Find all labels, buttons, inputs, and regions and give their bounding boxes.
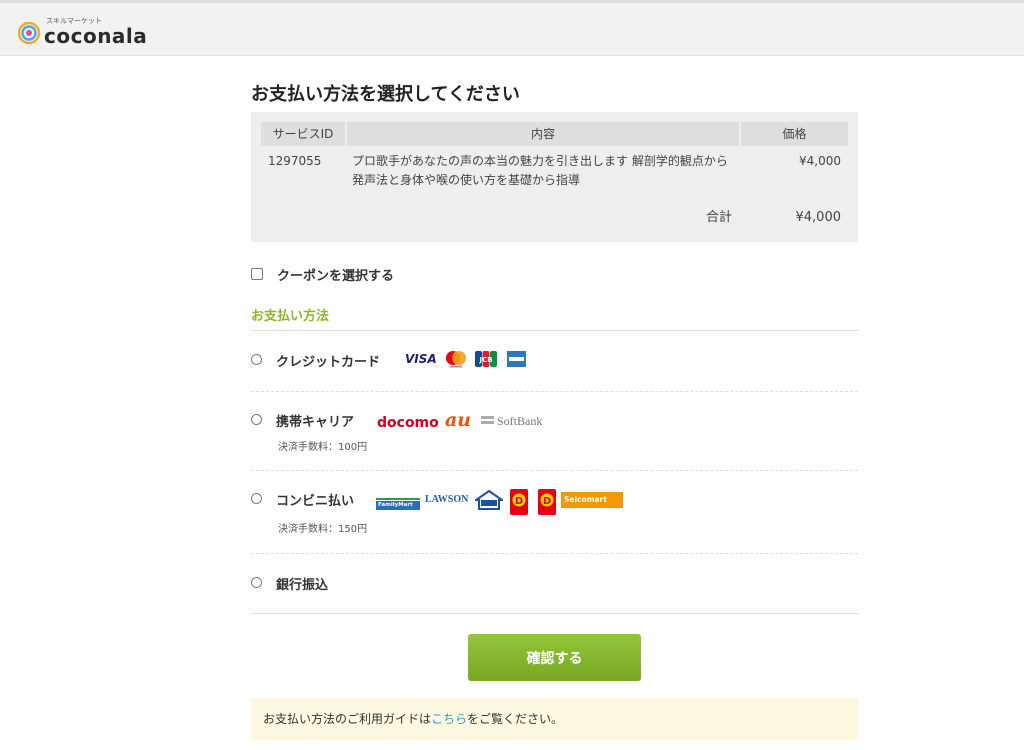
- docomo-logo: docomo: [377, 415, 439, 431]
- convenience-radio[interactable]: [251, 493, 262, 504]
- visa-logo: VISA: [405, 352, 437, 366]
- section-divider: [251, 330, 858, 331]
- section-bottom-divider: [251, 613, 858, 614]
- daily-icon: D: [538, 489, 556, 515]
- option-divider: [251, 391, 858, 392]
- option-divider: [251, 553, 858, 554]
- convenience-fee: 決済手数料：150円: [278, 524, 368, 535]
- top-header: スキルマーケット coconala: [0, 0, 1024, 56]
- coupon-label[interactable]: クーポンを選択する: [277, 265, 394, 284]
- svg-text:JCB: JCB: [478, 356, 492, 364]
- page-title: お支払い方法を選択してください: [251, 84, 520, 105]
- coupon-checkbox[interactable]: [251, 268, 263, 280]
- payment-option-credit-card[interactable]: クレジットカード VISA JCB: [251, 345, 858, 385]
- guide-suffix: をご覧ください。: [467, 712, 564, 726]
- coconala-logo-icon: [18, 22, 40, 44]
- seicomart-label: Seicomart: [564, 495, 607, 504]
- guide-link[interactable]: こちら: [431, 712, 467, 726]
- bank-transfer-radio[interactable]: [251, 577, 262, 588]
- softbank-icon: [481, 416, 494, 424]
- daily-yamazaki-icon: D: [510, 489, 528, 515]
- header-service-id: サービスID: [261, 122, 345, 146]
- logo-wordmark: coconala: [44, 24, 148, 48]
- carrier-fee: 決済手数料：100円: [278, 442, 368, 453]
- seicomart-logo: Seicomart: [561, 492, 623, 508]
- payment-option-bank-transfer[interactable]: 銀行振込: [251, 568, 858, 598]
- payment-option-convenience-store[interactable]: コンビニ払い 決済手数料：150円 FamilyMart LAWSON D D …: [251, 484, 858, 539]
- payment-option-carrier[interactable]: 携帯キャリア 決済手数料：100円 docomo au SoftBank: [251, 405, 858, 455]
- familymart-logo: FamilyMart: [376, 496, 420, 510]
- carrier-radio[interactable]: [251, 414, 262, 425]
- service-id-cell: 1297055: [268, 154, 322, 168]
- svg-text:D: D: [543, 496, 551, 507]
- confirm-button[interactable]: 確認する: [468, 634, 641, 681]
- carrier-label[interactable]: 携帯キャリア: [276, 411, 354, 430]
- service-description-line1: プロ歌手があなたの声の本当の魅力を引き出します 解剖学的観点から: [352, 154, 728, 168]
- header-price: 価格: [741, 122, 848, 146]
- payment-section-title: お支払い方法: [251, 309, 330, 324]
- service-description-line2: 発声法と身体や喉の使い方を基礎から指導: [352, 173, 581, 187]
- guide-prefix: お支払い方法のご利用ガイドは: [263, 712, 432, 726]
- au-logo: au: [445, 409, 472, 431]
- payment-guide-notice: お支払い方法のご利用ガイドはこちらをご覧ください。: [251, 698, 858, 740]
- credit-card-label[interactable]: クレジットカード: [276, 351, 380, 370]
- total-label: 合計: [706, 210, 733, 225]
- amex-icon: [507, 351, 526, 367]
- ministop-icon: [475, 490, 503, 510]
- jcb-icon: JCB: [475, 351, 497, 367]
- convenience-label[interactable]: コンビニ払い: [276, 490, 354, 509]
- price-cell: ¥4,000: [799, 154, 841, 168]
- softbank-logo: SoftBank: [497, 414, 543, 428]
- header-content: 内容: [347, 122, 739, 146]
- lawson-logo: LAWSON: [425, 494, 469, 505]
- bank-transfer-label[interactable]: 銀行振込: [276, 574, 328, 593]
- familymart-label: FamilyMart: [378, 502, 413, 508]
- total-value: ¥4,000: [795, 210, 842, 225]
- option-divider: [251, 470, 858, 471]
- svg-text:D: D: [515, 496, 523, 507]
- mastercard-icon: [446, 351, 466, 368]
- order-summary-table: サービスID 内容 価格 1297055 プロ歌手があなたの声の本当の魅力を引き…: [251, 112, 858, 242]
- credit-card-radio[interactable]: [251, 354, 262, 365]
